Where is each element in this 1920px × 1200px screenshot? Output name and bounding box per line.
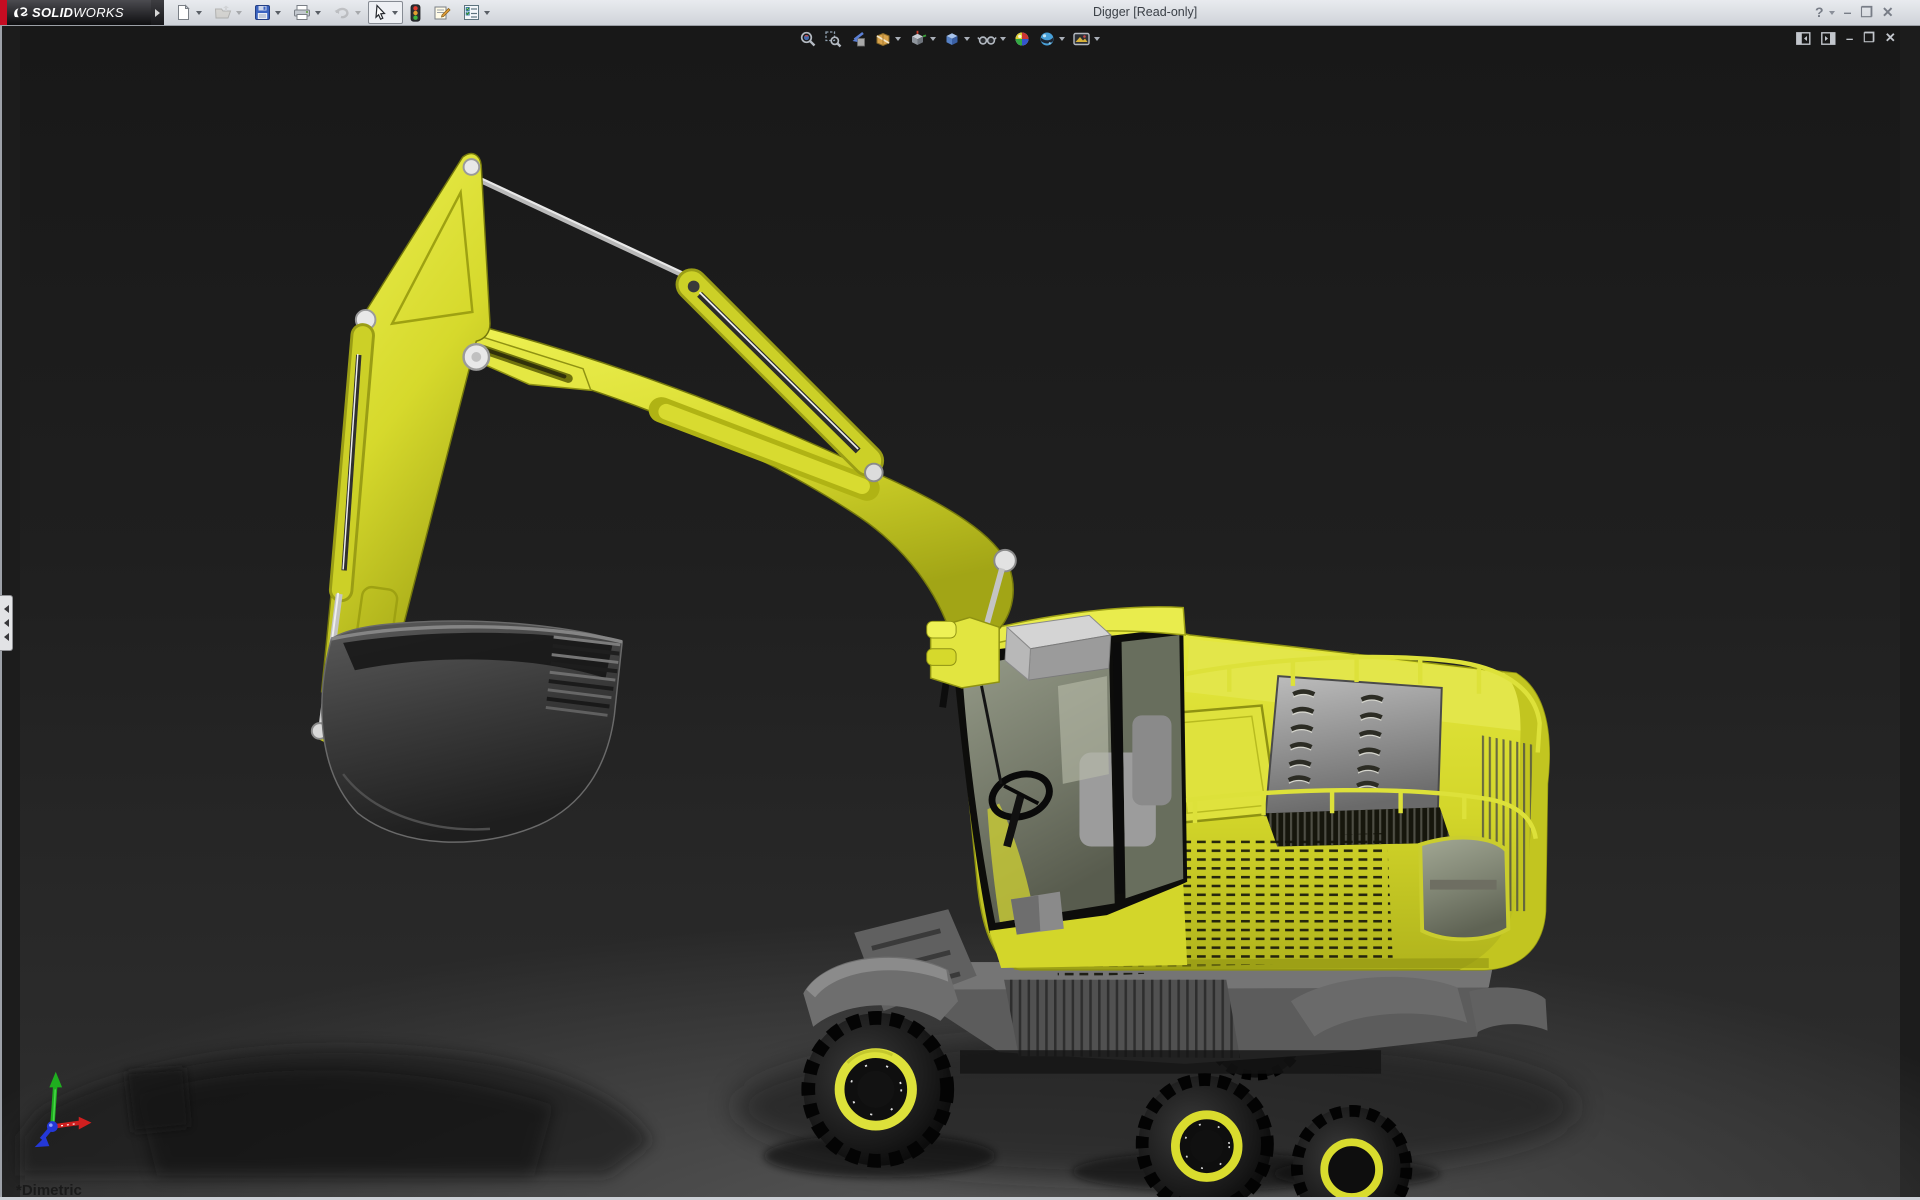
close-button[interactable]: ✕ bbox=[1882, 0, 1894, 25]
new-document-icon bbox=[175, 4, 192, 21]
zoom-to-fit-icon bbox=[799, 30, 817, 48]
dropdown-caret[interactable] bbox=[895, 37, 901, 41]
edit-appearance-button[interactable] bbox=[1013, 30, 1031, 48]
select-cursor-icon bbox=[373, 4, 388, 21]
brand-accent-strip bbox=[0, 0, 7, 25]
file-properties-button[interactable] bbox=[428, 1, 456, 24]
minimize-button[interactable]: – bbox=[1844, 0, 1852, 25]
options-checklist-icon bbox=[463, 4, 480, 21]
help-dropdown-caret[interactable] bbox=[1829, 11, 1835, 15]
collapse-arrow-icon bbox=[4, 619, 9, 627]
zoom-to-area-icon bbox=[824, 30, 842, 48]
restore-button[interactable]: ❐ bbox=[1860, 0, 1873, 25]
main-toolbar bbox=[170, 0, 497, 25]
file-properties-icon bbox=[433, 4, 451, 21]
doc-close-button[interactable]: ✕ bbox=[1885, 30, 1896, 46]
dropdown-caret[interactable] bbox=[484, 11, 490, 15]
pane-expand-left-icon[interactable] bbox=[1796, 32, 1811, 45]
previous-view-button[interactable] bbox=[849, 30, 867, 48]
collapse-arrow-icon bbox=[4, 605, 9, 613]
window-title: Digger [Read-only] bbox=[1093, 5, 1197, 19]
doc-restore-button[interactable]: ❐ bbox=[1863, 30, 1875, 46]
section-view-button[interactable] bbox=[874, 30, 901, 48]
rebuild-traffic-light-icon bbox=[410, 4, 421, 22]
collapse-arrow-icon bbox=[4, 633, 9, 641]
pane-expand-right-icon[interactable] bbox=[1821, 32, 1836, 45]
menu-flyout-arrow[interactable] bbox=[151, 0, 164, 25]
scene-3d-model[interactable] bbox=[0, 25, 1920, 1200]
dipper-apex-pin bbox=[464, 159, 480, 175]
dropdown-caret[interactable] bbox=[1000, 37, 1006, 41]
save-button[interactable] bbox=[249, 1, 286, 24]
window-controls: ? – ❐ ✕ bbox=[1815, 0, 1894, 25]
hide-show-items-glasses-icon bbox=[977, 30, 997, 48]
options-button[interactable] bbox=[458, 1, 495, 24]
solidworks-wordmark: SOLIDWORKS bbox=[32, 5, 124, 20]
apply-scene-button[interactable] bbox=[1038, 30, 1065, 48]
flyout-arrow-icon bbox=[155, 9, 160, 17]
view-settings-icon bbox=[1072, 30, 1091, 48]
zoom-to-area-button[interactable] bbox=[824, 30, 842, 48]
graphics-viewport[interactable]: – ❐ ✕ *Dimetric bbox=[0, 25, 1920, 1200]
save-floppy-icon bbox=[254, 4, 271, 21]
undo-icon bbox=[333, 4, 351, 21]
titlebar: SOLIDWORKS bbox=[0, 0, 1920, 26]
open-button[interactable] bbox=[209, 1, 247, 24]
help-button[interactable]: ? bbox=[1815, 0, 1824, 25]
rebuild-button[interactable] bbox=[405, 1, 426, 25]
dropdown-caret[interactable] bbox=[392, 11, 398, 15]
select-tool-button[interactable] bbox=[368, 1, 403, 24]
print-icon bbox=[293, 4, 311, 21]
view-settings-button[interactable] bbox=[1072, 30, 1100, 48]
boom-elbow-pin bbox=[994, 550, 1016, 572]
dropdown-caret[interactable] bbox=[930, 37, 936, 41]
boom-bracket bbox=[927, 617, 999, 688]
dropdown-caret[interactable] bbox=[315, 11, 321, 15]
view-orientation-button[interactable] bbox=[908, 30, 936, 48]
display-style-button[interactable] bbox=[943, 30, 970, 48]
display-style-icon bbox=[943, 30, 961, 48]
section-view-icon bbox=[874, 30, 892, 48]
solidworks-logo-mark bbox=[12, 4, 29, 21]
dropdown-caret[interactable] bbox=[1059, 37, 1065, 41]
new-document-button[interactable] bbox=[170, 1, 207, 24]
undo-button[interactable] bbox=[328, 1, 366, 24]
view-orientation-icon bbox=[908, 30, 927, 48]
solidworks-logo[interactable]: SOLIDWORKS bbox=[7, 0, 151, 25]
dropdown-caret[interactable] bbox=[236, 11, 242, 15]
solidworks-window: { "window": { "title": "Digger [Read-onl… bbox=[0, 0, 1920, 1200]
hide-show-items-button[interactable] bbox=[977, 30, 1006, 48]
dropdown-caret[interactable] bbox=[275, 11, 281, 15]
heads-up-view-toolbar bbox=[799, 30, 1100, 48]
muffler bbox=[1005, 615, 1111, 680]
apply-scene-icon bbox=[1038, 30, 1056, 48]
doc-minimize-button[interactable]: – bbox=[1846, 31, 1853, 46]
previous-view-icon bbox=[849, 30, 867, 48]
dropdown-caret[interactable] bbox=[355, 11, 361, 15]
zoom-to-fit-button[interactable] bbox=[799, 30, 817, 48]
feature-panel-collapse-tab[interactable] bbox=[0, 595, 13, 651]
document-window-controls: – ❐ ✕ bbox=[1796, 30, 1896, 46]
edit-appearance-beachball-icon bbox=[1013, 30, 1031, 48]
dropdown-caret[interactable] bbox=[196, 11, 202, 15]
dropdown-caret[interactable] bbox=[1094, 37, 1100, 41]
print-button[interactable] bbox=[288, 1, 326, 24]
open-folder-icon bbox=[214, 4, 232, 21]
front-left-wheel bbox=[803, 1013, 952, 1166]
dropdown-caret[interactable] bbox=[964, 37, 970, 41]
